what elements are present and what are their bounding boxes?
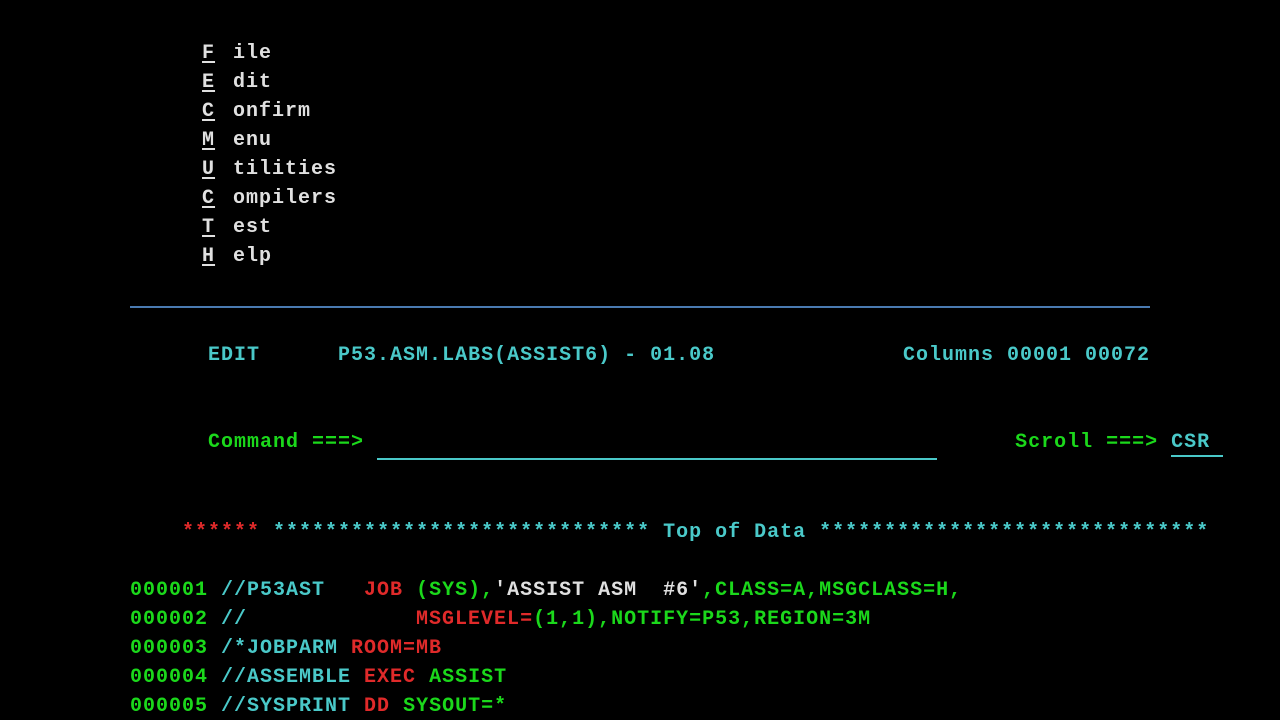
top-of-data-label: Top of Data [663, 521, 819, 544]
code-segment: (1,1),NOTIFY=P53,REGION=3M [533, 608, 871, 631]
top-of-data-stars: ****** [182, 521, 260, 544]
scroll-input[interactable]: CSR [1171, 431, 1223, 457]
header-row-1: EDIT P53.ASM.LABS(ASSIST6) - 01.08 Colum… [0, 312, 1280, 399]
columns-value: 00001 00072 [1007, 344, 1150, 367]
code-segment: (SYS), [416, 579, 494, 602]
code-segment: ASSIST [429, 666, 507, 689]
code-segment: SYSOUT=* [403, 695, 507, 718]
line-number[interactable]: 000003 [130, 637, 221, 660]
line-number[interactable]: 000001 [130, 579, 221, 602]
header-row-2: Command ===> Scroll ===> CSR [0, 399, 1280, 489]
code-segment: //SYSPRINT [221, 695, 364, 718]
command-input[interactable] [377, 428, 937, 460]
code-segment: 'ASSIST ASM #6' [494, 579, 702, 602]
line-number[interactable]: 000004 [130, 666, 221, 689]
source-line[interactable]: 000004 //ASSEMBLE EXEC ASSIST [0, 663, 1280, 692]
top-of-data-line: ****** ***************************** Top… [0, 489, 1280, 576]
menu-file[interactable]: File [202, 42, 290, 65]
menu-compilers[interactable]: Compilers [202, 187, 355, 210]
source-line[interactable]: 000003 /*JOBPARM ROOM=MB [0, 634, 1280, 663]
line-number[interactable]: 000005 [130, 695, 221, 718]
source-line[interactable]: 000005 //SYSPRINT DD SYSOUT=* [0, 692, 1280, 720]
code-segment: DD [364, 695, 403, 718]
ispf-edit-screen: File Edit Confirm Menu Utilities Compile… [0, 0, 1280, 720]
menu-confirm[interactable]: Confirm [202, 100, 329, 123]
mode-indicator: EDIT [208, 344, 260, 367]
code-segment: //P53AST [221, 579, 364, 602]
menu-utilities[interactable]: Utilities [202, 158, 355, 181]
source-area[interactable]: 000001 //P53AST JOB (SYS),'ASSIST ASM #6… [0, 576, 1280, 720]
code-segment: JOB [364, 579, 416, 602]
menu-help[interactable]: Help [202, 245, 290, 268]
code-segment: /*JOBPARM [221, 637, 351, 660]
code-segment: //ASSEMBLE [221, 666, 364, 689]
columns-label: Columns [903, 344, 994, 367]
dataset-name: P53.ASM.LABS(ASSIST6) - 01.08 [338, 344, 715, 367]
menu-bar: File Edit Confirm Menu Utilities Compile… [0, 10, 1280, 300]
line-number[interactable]: 000002 [130, 608, 221, 631]
code-segment: EXEC [364, 666, 429, 689]
code-segment: ,CLASS=A,MSGCLASS=H, [702, 579, 962, 602]
code-segment: // [221, 608, 416, 631]
command-label: Command ===> [208, 431, 364, 454]
menu-divider [130, 306, 1150, 308]
menu-edit[interactable]: Edit [202, 71, 290, 94]
scroll-label: Scroll ===> [1015, 431, 1158, 454]
code-segment: MSGLEVEL= [416, 608, 533, 631]
menu-test[interactable]: Test [202, 216, 290, 239]
menu-menu[interactable]: Menu [202, 129, 290, 152]
code-segment: ROOM=MB [351, 637, 442, 660]
source-line[interactable]: 000001 //P53AST JOB (SYS),'ASSIST ASM #6… [0, 576, 1280, 605]
source-line[interactable]: 000002 // MSGLEVEL=(1,1),NOTIFY=P53,REGI… [0, 605, 1280, 634]
